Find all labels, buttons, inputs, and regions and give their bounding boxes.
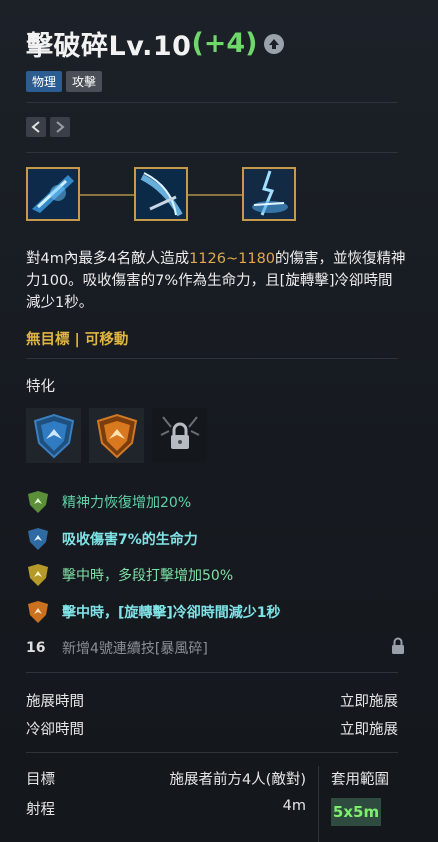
specialization-slots xyxy=(26,408,207,463)
arrow-up-icon[interactable] xyxy=(263,33,284,54)
divider xyxy=(26,358,398,359)
skill-stats: 目標 施展者前方4人(敵對) 射程 4m 套用範圍 5x5m xyxy=(26,766,398,842)
area-box: 套用範圍 5x5m xyxy=(318,766,399,842)
description-text: 對4m內最多4名敵人造成 xyxy=(26,251,190,267)
range-row: 射程 4m xyxy=(26,798,306,819)
locked-specialization-item: 16 新增4號連續技[暴風碎] xyxy=(26,630,406,667)
orange-shield-icon[interactable] xyxy=(89,408,144,463)
combo-connector xyxy=(188,194,242,196)
specialization-title: 特化 xyxy=(26,379,55,395)
combo-skill-2-icon[interactable] xyxy=(134,167,188,221)
cooldown-label: 冷卻時間 xyxy=(26,722,84,738)
skill-tags: 物理 攻擊 xyxy=(26,71,103,92)
target-row: 目標 施展者前方4人(敵對) xyxy=(26,768,306,789)
divider xyxy=(26,152,398,153)
combo-skill-1-icon[interactable] xyxy=(26,167,80,221)
skill-description: 對4m內最多4名敵人造成1126~1180的傷害，並恢復精神力100。吸收傷害的… xyxy=(26,248,406,314)
combo-chain xyxy=(26,167,296,225)
skill-tooltip-panel: 擊破碎Lv.10 (+4) 物理 攻擊 對4m內最多4名敵人造成1126~118… xyxy=(0,0,438,842)
combo-nav xyxy=(26,117,70,137)
target-label: 目標 xyxy=(26,772,55,788)
cast-time-label: 施展時間 xyxy=(26,694,84,710)
range-label: 射程 xyxy=(26,802,55,818)
specialization-text: 擊中時，[旋轉擊]冷卻時間減少1秒 xyxy=(62,604,281,621)
blue-shield-icon xyxy=(26,527,50,551)
specialization-text: 擊中時，多段打擊增加50% xyxy=(62,568,234,585)
specialization-item: 精神力恢復增加20% xyxy=(26,484,406,521)
targeting-mode: 無目標 | 可移動 xyxy=(26,332,129,348)
range-value: 4m xyxy=(282,798,306,814)
yellow-shield-icon xyxy=(26,563,50,587)
specialization-item: 吸收傷害7%的生命力 xyxy=(26,521,406,558)
lock-icon xyxy=(390,637,406,659)
specialization-text: 精神力恢復增加20% xyxy=(62,495,192,512)
skill-level-bonus: (+4) xyxy=(191,28,258,59)
cooldown-value: 立即施展 xyxy=(340,722,398,738)
blue-shield-icon[interactable] xyxy=(26,408,81,463)
cast-time-value: 立即施展 xyxy=(340,694,398,710)
specialization-text: 新增4號連續技[暴風碎] xyxy=(62,641,208,658)
divider xyxy=(26,102,398,103)
locked-slot-icon[interactable] xyxy=(152,408,207,463)
specialization-item: 擊中時，多段打擊增加50% xyxy=(26,557,406,594)
orange-shield-icon xyxy=(26,600,50,624)
divider xyxy=(26,752,398,753)
tag-attack: 攻擊 xyxy=(66,71,103,92)
tag-physical: 物理 xyxy=(26,71,63,92)
next-button[interactable] xyxy=(50,117,70,137)
required-level: 16 xyxy=(26,640,46,657)
prev-button[interactable] xyxy=(26,117,46,137)
specialization-text: 吸收傷害7%的生命力 xyxy=(62,531,198,548)
skill-name: 擊破碎Lv.10 xyxy=(26,31,192,62)
combo-skill-3-icon[interactable] xyxy=(242,167,296,221)
area-label: 套用範圍 xyxy=(331,772,389,788)
green-shield-icon xyxy=(26,490,50,514)
damage-value: 1126~1180 xyxy=(189,251,276,267)
target-value: 施展者前方4人(敵對) xyxy=(169,772,306,788)
area-value: 5x5m xyxy=(331,798,381,826)
cast-time-row: 施展時間 立即施展 xyxy=(26,690,398,711)
cooldown-row: 冷卻時間 立即施展 xyxy=(26,718,398,739)
specialization-list: 精神力恢復增加20% 吸收傷害7%的生命力 擊中時，多段打擊增加50% 擊中時，… xyxy=(26,484,406,667)
specialization-item: 擊中時，[旋轉擊]冷卻時間減少1秒 xyxy=(26,594,406,631)
divider xyxy=(26,672,398,673)
title-row: 擊破碎Lv.10 (+4) xyxy=(26,24,284,63)
combo-connector xyxy=(80,194,134,196)
